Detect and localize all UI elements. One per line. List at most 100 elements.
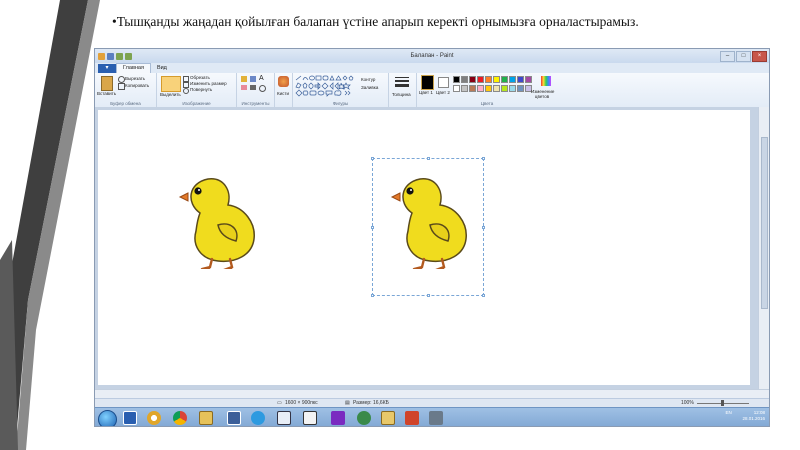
file-menu-button[interactable]: ▾ (98, 64, 116, 73)
color-swatch[interactable] (461, 76, 468, 83)
chrome-icon[interactable] (173, 411, 187, 425)
thickness-group: Толщина (389, 73, 417, 107)
magnifier-icon[interactable] (259, 85, 266, 92)
image-viewer-icon[interactable] (199, 411, 213, 425)
color-swatch[interactable] (485, 76, 492, 83)
selection-handle-bottom[interactable] (427, 294, 430, 297)
fill-dropdown[interactable]: Заливка (361, 85, 378, 90)
color-swatch[interactable] (461, 85, 468, 92)
edit-colors-icon[interactable] (541, 76, 551, 86)
outline-dropdown[interactable]: Контур (361, 77, 375, 82)
color-swatch[interactable] (525, 76, 532, 83)
selection-handle-bottom-left[interactable] (371, 294, 374, 297)
start-button[interactable] (98, 410, 117, 426)
clipboard-group-label: Буфер обмена (110, 101, 141, 106)
selection-handle-left[interactable] (371, 226, 374, 229)
window-title: Балапан - Paint (410, 53, 454, 59)
canvas-dimensions: 1600 × 900пкс (285, 400, 318, 406)
app-monitor-icon[interactable] (429, 411, 443, 425)
color-swatch[interactable] (477, 76, 484, 83)
vertical-scrollbar-thumb[interactable] (761, 137, 768, 309)
brush-icon[interactable] (278, 76, 289, 87)
eraser-icon[interactable] (241, 85, 247, 90)
zoom-slider-thumb[interactable] (721, 400, 724, 406)
selection-handle-top-left[interactable] (371, 157, 374, 160)
color-swatch[interactable] (493, 85, 500, 92)
media-player-icon[interactable] (123, 411, 137, 425)
brushes-button[interactable]: Кисти (277, 91, 289, 96)
app-green-icon[interactable] (357, 411, 371, 425)
app-triangle-icon[interactable] (147, 411, 161, 425)
canvas-area (95, 107, 769, 389)
language-indicator[interactable]: EN (725, 410, 731, 415)
color-swatch[interactable] (501, 76, 508, 83)
canvas-size-icon: ▭ (277, 400, 282, 406)
system-tray: EN 12:08 28.01.2016 (725, 410, 765, 422)
zoom-level: 100% (681, 400, 694, 406)
vertical-scrollbar[interactable] (758, 107, 769, 389)
color-swatch[interactable] (469, 76, 476, 83)
color-swatch[interactable] (517, 76, 524, 83)
close-button[interactable]: × (752, 51, 767, 62)
color-swatch[interactable] (501, 85, 508, 92)
media-icon[interactable] (331, 411, 345, 425)
color-picker-icon[interactable] (250, 85, 256, 90)
ribbon-tabs: ▾ Главная Вид (95, 63, 769, 73)
cut-button[interactable]: Вырезать (125, 76, 145, 81)
drawing-canvas[interactable] (98, 110, 750, 385)
clock-date[interactable]: 28.01.2016 (725, 416, 765, 422)
resize-button[interactable]: Изменить размер (190, 81, 227, 86)
selection-handle-bottom-right[interactable] (482, 294, 485, 297)
rotate-button[interactable]: Повернуть (190, 87, 212, 92)
select-icon[interactable] (161, 76, 181, 92)
minimize-button[interactable]: – (720, 51, 735, 62)
select-button[interactable]: Выделить (160, 92, 181, 97)
paint-taskbar-icon[interactable] (381, 411, 395, 425)
color-swatch[interactable] (493, 76, 500, 83)
tools-group-label: Инструменты (241, 101, 270, 106)
rotate-icon (183, 88, 189, 94)
color-swatch[interactable] (485, 85, 492, 92)
fill-icon[interactable] (250, 76, 256, 82)
color1-swatch[interactable] (421, 75, 434, 90)
color-swatch[interactable] (469, 85, 476, 92)
powerpoint-icon[interactable] (405, 411, 419, 425)
paint-window: Балапан - Paint – □ × ▾ Главная Вид Вста… (94, 48, 770, 427)
brushes-group: Кисти (275, 73, 293, 107)
shapes-gallery[interactable] (295, 75, 355, 97)
selection-handle-right[interactable] (482, 226, 485, 229)
paste-button[interactable]: Вставить (97, 91, 116, 96)
shapes-group-label: Фигуры (332, 101, 349, 106)
text-icon[interactable]: A (259, 75, 264, 82)
slide-caption: •Тышқанды жаңадан қойылған балапан үстін… (112, 14, 639, 29)
selection-handle-top[interactable] (427, 157, 430, 160)
internet-explorer-icon[interactable] (251, 411, 265, 425)
file-size: Размер: 16,6КБ (353, 400, 389, 406)
edit-colors-button[interactable]: Изменение цветов (531, 89, 554, 99)
thickness-icon[interactable] (395, 77, 409, 87)
paste-icon[interactable] (101, 76, 113, 91)
color-swatch[interactable] (509, 76, 516, 83)
color-swatch[interactable] (509, 85, 516, 92)
color2-swatch[interactable] (438, 77, 449, 88)
colors-group: Цвет 1 Цвет 2 Изменение цветов Цвета (417, 73, 557, 107)
copy-icon (118, 83, 125, 90)
crop-button[interactable]: Обрезать (190, 75, 210, 80)
thickness-button[interactable]: Толщина (392, 92, 411, 97)
media-center-icon[interactable] (227, 411, 241, 425)
color-swatch[interactable] (477, 85, 484, 92)
copy-button[interactable]: Копировать (125, 83, 149, 88)
tab-home[interactable]: Главная (116, 63, 151, 73)
clock-time[interactable]: 12:08 (754, 410, 765, 415)
color-swatch[interactable] (453, 85, 460, 92)
color-swatch[interactable] (453, 76, 460, 83)
color2-label: Цвет 2 (436, 90, 450, 95)
tab-view[interactable]: Вид (151, 64, 173, 73)
chick-image-pasted[interactable] (390, 173, 470, 269)
app-window-icon[interactable] (277, 411, 291, 425)
pencil-icon[interactable] (241, 76, 247, 82)
selection-handle-top-right[interactable] (482, 157, 485, 160)
maximize-button[interactable]: □ (736, 51, 751, 62)
phone-icon[interactable] (303, 411, 317, 425)
color-swatch[interactable] (517, 85, 524, 92)
